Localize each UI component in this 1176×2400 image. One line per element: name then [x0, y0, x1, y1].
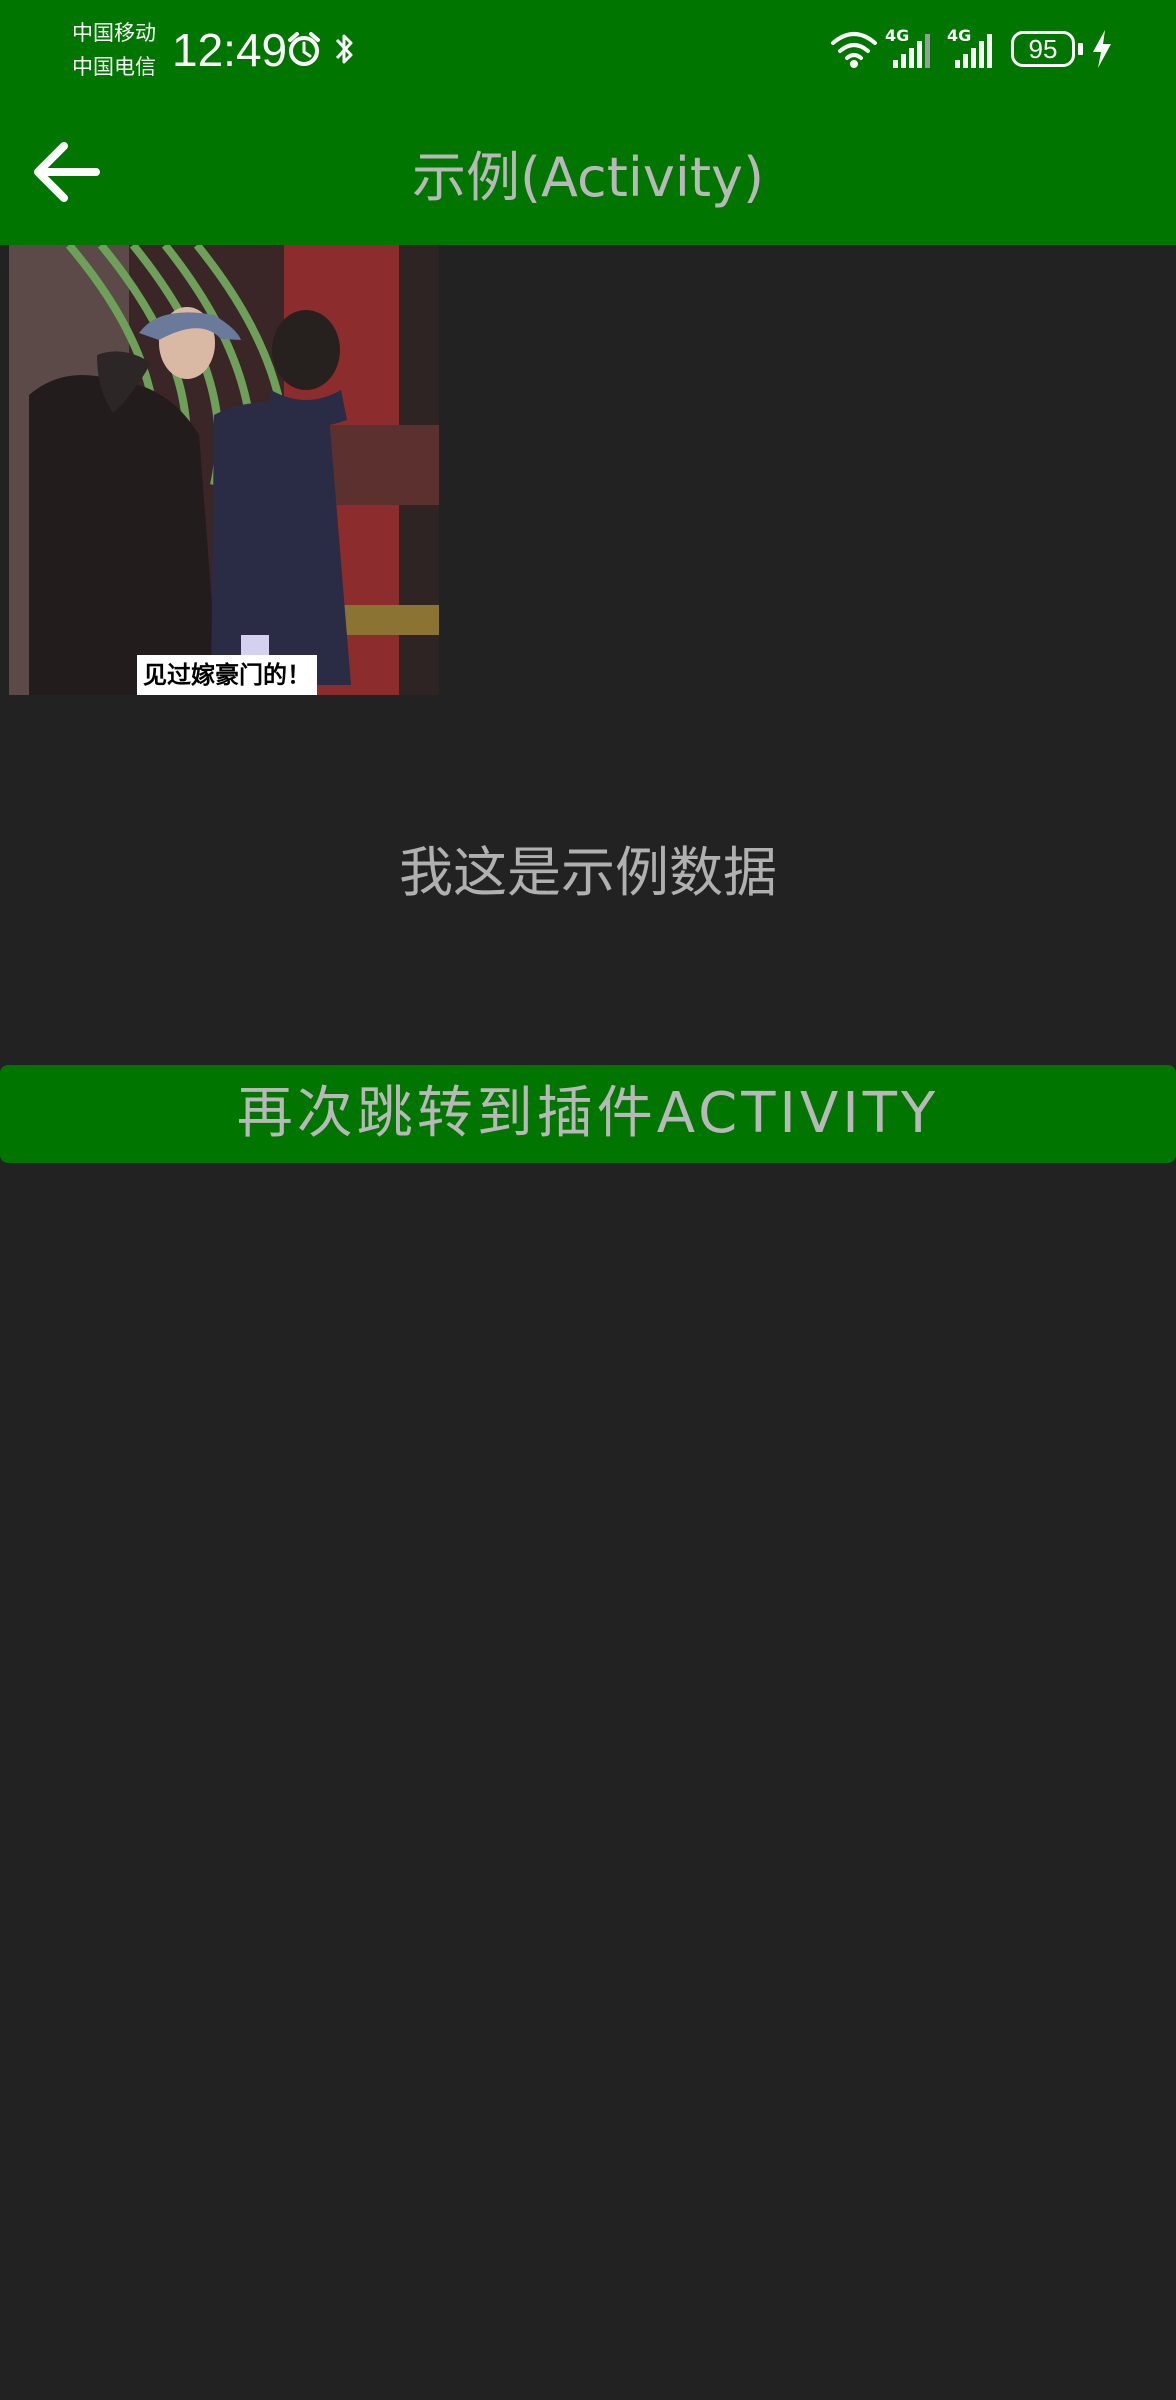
alarm-icon — [288, 32, 320, 66]
photo-caption: 见过嫁豪门的！ — [137, 655, 317, 695]
wifi-icon — [831, 32, 877, 68]
battery-level: 95 — [1028, 34, 1058, 64]
charging-icon — [1093, 30, 1111, 68]
bluetooth-icon — [335, 34, 353, 64]
status-time: 12:49 — [172, 24, 288, 76]
signal-icon — [955, 34, 992, 68]
battery-icon: 95 — [1011, 31, 1075, 67]
status-bar: 中国移动 中国电信 12:49 4G 4G 95 — [0, 0, 1176, 100]
sample-text: 我这是示例数据 — [399, 841, 777, 904]
carrier-2: 中国电信 — [72, 55, 156, 79]
open-plugin-activity-button[interactable]: 再次跳转到插件ACTIVITY — [0, 1065, 1176, 1163]
signal-icon — [893, 34, 930, 68]
battery-tip — [1078, 43, 1083, 55]
sample-photo: 见过嫁豪门的！ — [9, 245, 439, 695]
carrier-names: 中国移动 中国电信 — [72, 16, 156, 84]
photo-artwork — [9, 245, 439, 695]
toolbar: 示例(Activity) — [0, 100, 1176, 245]
page-title: 示例(Activity) — [411, 146, 765, 209]
carrier-1: 中国移动 — [72, 21, 156, 45]
app-header: 中国移动 中国电信 12:49 4G 4G 95 示例(Activity) — [0, 0, 1176, 245]
